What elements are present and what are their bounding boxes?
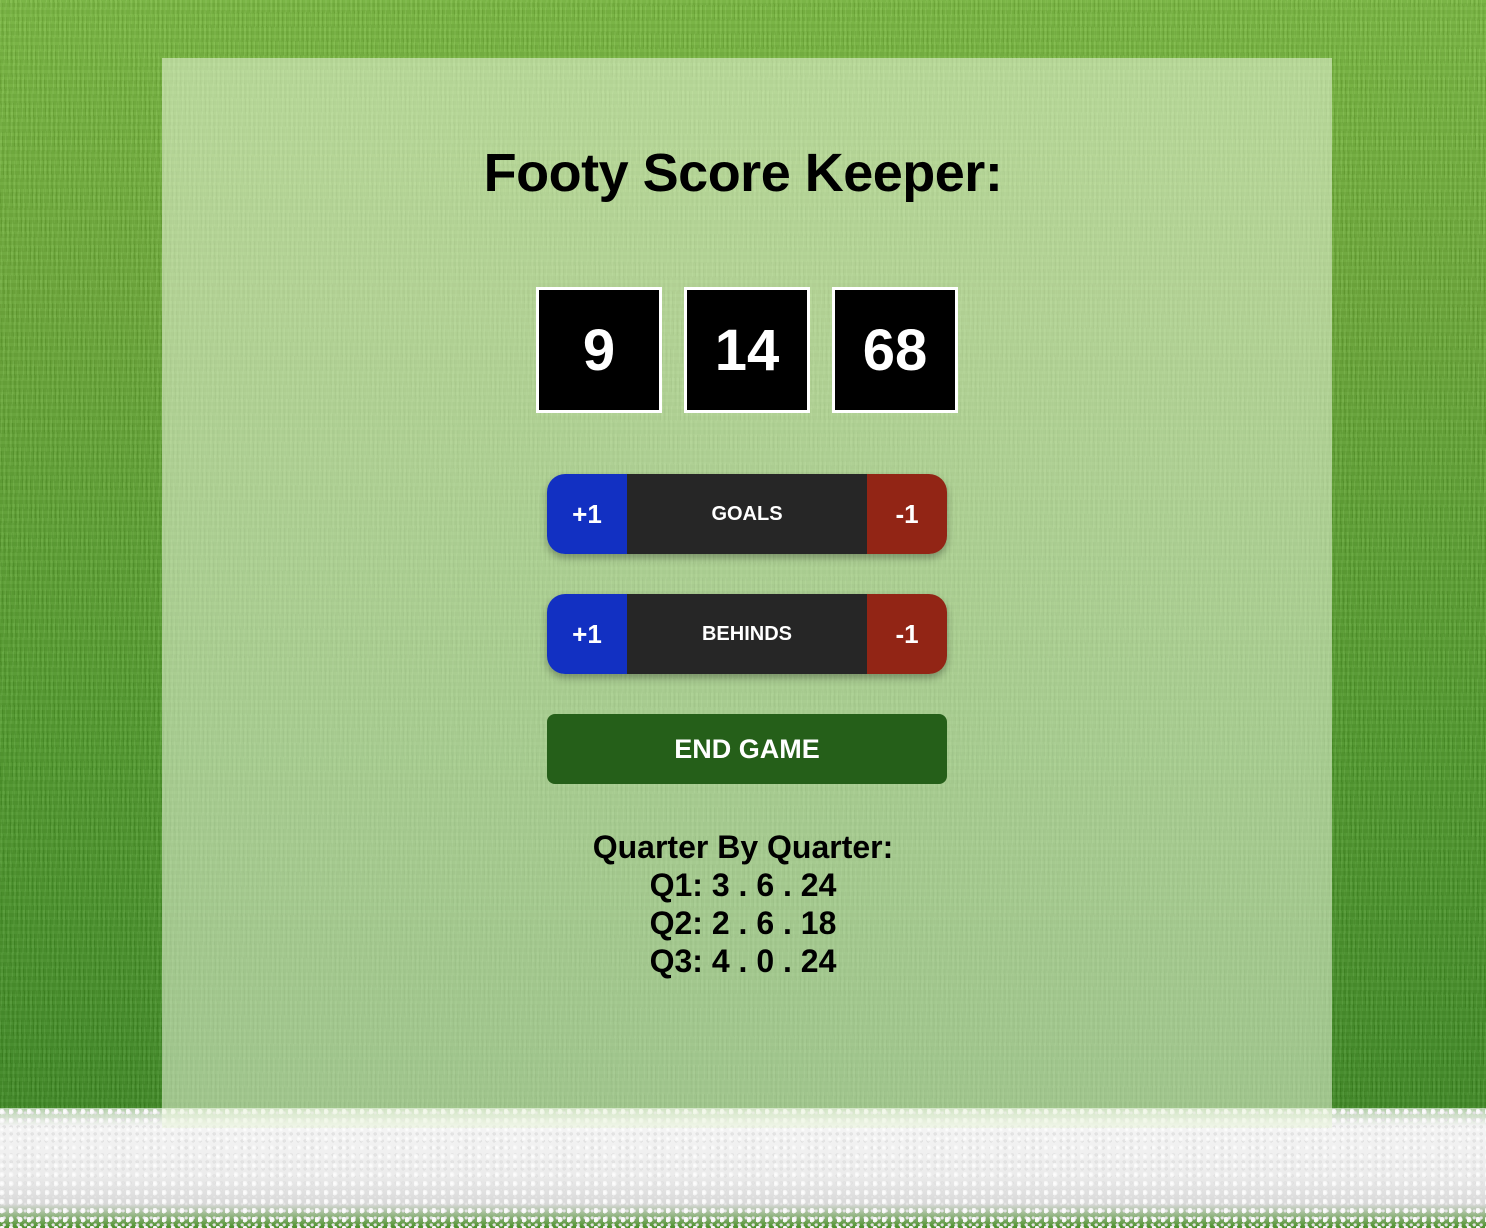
behinds-minus-button[interactable]: -1 [867,594,947,674]
behinds-counter: +1 BEHINDS -1 [547,594,947,674]
quarter-heading: Quarter By Quarter: [592,829,894,865]
quarter-item: Q2: 2 . 6 . 18 [649,905,837,941]
goals-counter: +1 GOALS -1 [547,474,947,554]
goals-plus-button[interactable]: +1 [547,474,627,554]
quarter-item: Q3: 4 . 0 . 24 [649,943,837,979]
total-score: 68 [832,287,958,413]
behinds-label: BEHINDS [627,594,867,674]
behinds-score: 14 [684,287,810,413]
goals-score: 9 [536,287,662,413]
end-game-button[interactable]: END GAME [547,714,947,784]
quarter-summary: Quarter By Quarter: Q1: 3 . 6 . 24 Q2: 2… [0,828,1486,980]
behinds-plus-button[interactable]: +1 [547,594,627,674]
scoreboard: 9 14 68 [536,287,958,413]
goals-minus-button[interactable]: -1 [867,474,947,554]
goals-label: GOALS [627,474,867,554]
page-title: Footy Score Keeper: [483,143,1003,203]
quarter-item: Q1: 3 . 6 . 24 [649,867,837,903]
